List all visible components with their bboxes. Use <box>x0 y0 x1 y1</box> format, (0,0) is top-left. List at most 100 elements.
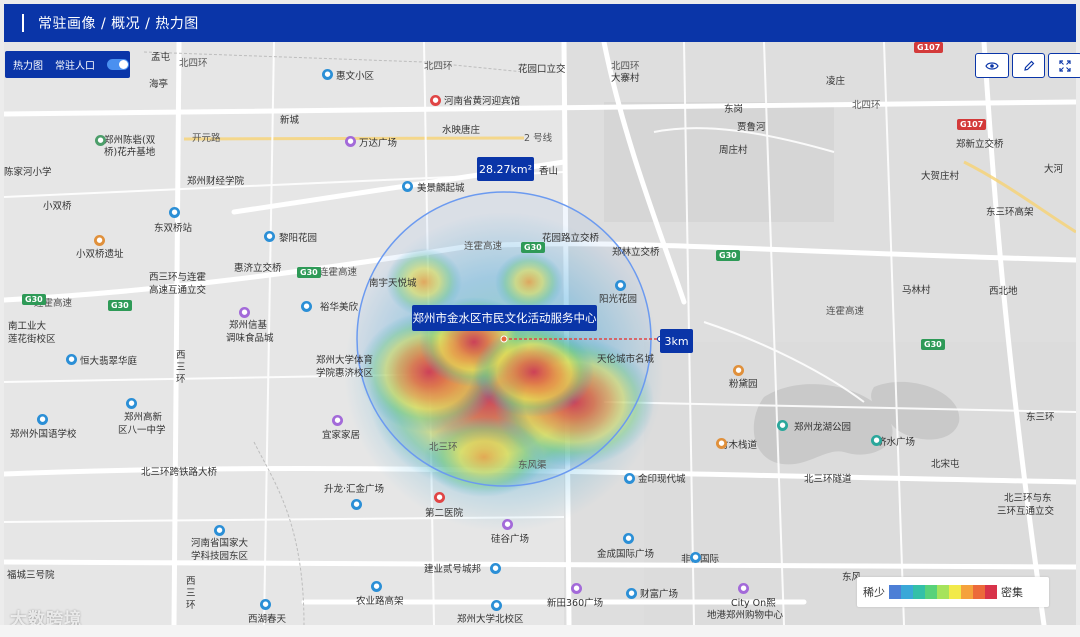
map-label: 2 号线 <box>524 133 553 144</box>
legend-low-label: 稀少 <box>863 586 885 599</box>
map-label: 连霍高速 <box>464 241 503 252</box>
poi-marker[interactable]: ● <box>502 519 513 530</box>
map-label: 郑新立交桥 <box>956 139 1004 150</box>
map-label: 西三环与连霍 <box>149 272 207 283</box>
poi-marker[interactable]: ● <box>351 499 362 510</box>
highway-shield: G107 <box>957 119 987 130</box>
poi-marker[interactable]: ● <box>301 301 312 312</box>
poi-icon: ● <box>490 563 501 574</box>
poi-marker[interactable]: ● <box>624 473 635 484</box>
app-frame: 常驻画像 / 概况 / 热力图 北四环 惠文小区 北四环 花园口立交 北四环 大… <box>0 0 1080 637</box>
poi-icon: ● <box>733 365 744 376</box>
poi-marker[interactable]: ● <box>738 583 749 594</box>
poi-marker[interactable]: ● <box>402 181 413 192</box>
fullscreen-button[interactable] <box>1048 53 1080 78</box>
map-label: 贾鲁河 <box>737 122 766 133</box>
legend-swatch <box>913 585 925 599</box>
map-label: 天伦城市名城 <box>597 354 655 365</box>
map-label: 郑州信基 <box>229 320 268 331</box>
poi-icon: ● <box>491 600 502 611</box>
toggle-knob <box>119 60 128 69</box>
map-label: 美景麟起城 <box>417 183 465 194</box>
poi-marker[interactable]: ● <box>169 207 180 218</box>
map-label: 金印现代城 <box>638 474 686 485</box>
map-label: 东三环 <box>1026 412 1055 423</box>
map-label: 农业路高架 <box>356 596 404 607</box>
poi-marker[interactable]: ● <box>260 599 271 610</box>
heatmap-label: 热力图 <box>13 61 43 72</box>
header-accent-bar <box>22 14 24 32</box>
visibility-button[interactable] <box>975 53 1009 78</box>
poi-icon: ● <box>430 95 441 106</box>
map-canvas[interactable]: 北四环惠文小区北四环花园口立交北四环大寨村凌庄北四环东岗贾鲁河马河海亭孟屯河南省… <box>4 42 1076 625</box>
poi-marker[interactable]: ● <box>332 415 343 426</box>
poi-marker[interactable]: ● <box>264 231 275 242</box>
map-label: 郑州陈砦(双 <box>104 135 156 146</box>
poi-marker[interactable]: ● <box>777 420 788 431</box>
map-label: 郑州财经学院 <box>187 176 245 187</box>
map-label: 金成国际广场 <box>597 549 655 560</box>
map-label: 西湖春天 <box>248 614 287 625</box>
poi-marker[interactable]: ● <box>623 533 634 544</box>
map-label: 北四环 <box>611 61 640 72</box>
map-label: 济水广场 <box>877 437 916 448</box>
poi-marker[interactable]: ● <box>626 588 637 599</box>
poi-marker[interactable]: ● <box>126 398 137 409</box>
map-label: 陈家河小学 <box>4 167 52 178</box>
map-label: 惠济立交桥 <box>234 263 282 274</box>
map-label: 大贺庄村 <box>921 171 960 182</box>
poi-marker[interactable]: ● <box>95 135 106 146</box>
highway-shield: G30 <box>108 300 132 311</box>
map-label: 郑州高新 <box>124 412 163 423</box>
poi-icon: ● <box>871 435 882 446</box>
poi-icon: ● <box>690 552 701 563</box>
legend-color-ramp <box>889 585 997 599</box>
poi-icon: ● <box>37 414 48 425</box>
poi-marker[interactable]: ● <box>94 235 105 246</box>
map-label: 小双桥 <box>43 201 72 212</box>
page-footer <box>0 625 1080 637</box>
poi-marker[interactable]: ● <box>322 69 333 80</box>
poi-icon: ● <box>169 207 180 218</box>
poi-marker[interactable]: ● <box>345 136 356 147</box>
legend-swatch <box>961 585 973 599</box>
poi-marker[interactable]: ● <box>571 583 582 594</box>
map-label: 宜家家居 <box>322 430 361 441</box>
fullscreen-icon <box>1059 59 1071 72</box>
poi-marker[interactable]: ● <box>490 563 501 574</box>
poi-marker[interactable]: ● <box>716 438 727 449</box>
map-label: 学科技园东区 <box>191 551 249 562</box>
map-label: 黎阳花园 <box>279 233 318 244</box>
poi-marker[interactable]: ● <box>430 95 441 106</box>
legend-high-label: 密集 <box>1001 586 1023 599</box>
legend-swatch <box>937 585 949 599</box>
poi-icon: ● <box>66 354 77 365</box>
poi-marker[interactable]: ● <box>434 492 445 503</box>
poi-icon: ● <box>624 473 635 484</box>
map-label: 调味食品城 <box>226 333 274 344</box>
poi-marker[interactable]: ● <box>66 354 77 365</box>
map-label: 郑州外国语学校 <box>10 429 77 440</box>
center-location-label: 郑州市金水区市民文化活动服务中心 <box>412 305 597 331</box>
map-label: 海亭 <box>149 79 169 90</box>
poi-icon: ● <box>777 420 788 431</box>
poi-marker[interactable]: ● <box>690 552 701 563</box>
poi-marker[interactable]: ● <box>371 581 382 592</box>
map-label: 三环互通立交 <box>997 506 1055 517</box>
map-base-svg <box>4 42 1076 625</box>
poi-marker[interactable]: ● <box>871 435 882 446</box>
poi-icon: ● <box>94 235 105 246</box>
poi-marker[interactable]: ● <box>733 365 744 376</box>
poi-marker[interactable]: ● <box>239 307 250 318</box>
poi-marker[interactable]: ● <box>214 525 225 536</box>
draw-button[interactable] <box>1011 53 1046 78</box>
map-label: 东三环高架 <box>986 207 1034 218</box>
map-label: 阳光花园 <box>599 294 638 305</box>
poi-marker[interactable]: ● <box>37 414 48 425</box>
legend-swatch <box>949 585 961 599</box>
poi-marker[interactable]: ● <box>491 600 502 611</box>
poi-marker[interactable]: ● <box>615 280 626 291</box>
map-label: 花园路立交桥 <box>542 233 600 244</box>
map-label: 新城 <box>280 115 300 126</box>
layer-toggle-switch[interactable] <box>107 59 129 70</box>
